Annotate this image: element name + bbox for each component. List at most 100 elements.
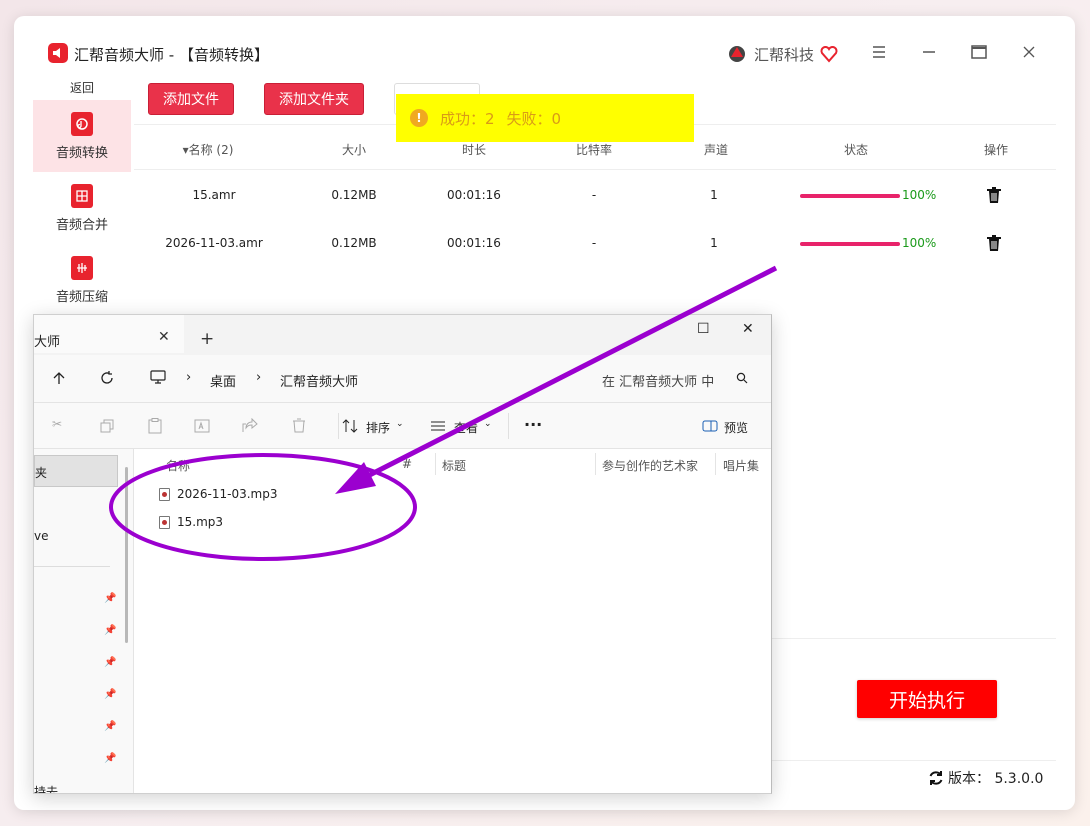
progress-percent: 100% — [902, 236, 937, 250]
audio-compress-icon — [71, 255, 93, 280]
file-size: 0.12MB — [331, 188, 377, 202]
up-arrow-icon[interactable] — [52, 371, 66, 385]
audio-file-icon — [159, 487, 170, 501]
nav-item[interactable]: 持去 — [34, 783, 58, 793]
explorer-close-icon[interactable]: ✕ — [742, 321, 754, 337]
progress-bar — [800, 194, 900, 198]
column-name[interactable]: ▾名称 (2) — [183, 141, 234, 158]
column-status: 状态 — [843, 143, 869, 157]
nav-scrollbar[interactable] — [125, 467, 128, 643]
delete-icon[interactable] — [292, 418, 306, 433]
brand-name: 汇帮科技 — [754, 45, 815, 64]
success-count: 成功：2 — [440, 109, 495, 128]
explorer-maximize-icon[interactable]: ☐ — [697, 321, 710, 337]
version-info[interactable]: 版本： 5.3.0.0 — [928, 768, 1043, 788]
refresh-icon[interactable] — [100, 371, 114, 385]
file-bitrate: - — [591, 188, 597, 202]
sidebar-item-label: 音频转换 — [55, 145, 108, 161]
sidebar-item-label: 音频压缩 — [55, 289, 108, 305]
column-album[interactable]: 唱片集 — [723, 457, 759, 474]
pin-icon: 📌 — [104, 625, 117, 636]
fail-count: 失败：0 — [506, 109, 562, 128]
column-name[interactable]: 名称 — [166, 457, 190, 474]
cut-icon[interactable]: ✂ — [52, 417, 62, 431]
column-actions: 操作 — [983, 143, 1009, 157]
more-icon[interactable]: ··· — [524, 415, 542, 434]
sidebar-item-label: 音频合并 — [55, 217, 108, 233]
version-label: 版本： 5.3.0.0 — [948, 771, 1044, 787]
list-item[interactable]: 15.mp3 — [159, 515, 223, 529]
file-duration: 00:01:16 — [447, 188, 501, 202]
share-icon[interactable] — [242, 418, 258, 433]
preview-button[interactable]: 预览 — [724, 419, 748, 436]
sidebar-item-audio-compress[interactable]: 音频压缩 — [33, 244, 131, 316]
column-bitrate: 比特率 — [575, 143, 613, 157]
view-icon[interactable] — [430, 421, 446, 431]
audio-merge-icon — [71, 183, 93, 208]
divider — [508, 413, 509, 439]
pin-icon: 📌 — [104, 721, 117, 732]
start-button[interactable]: 开始执行 — [857, 680, 997, 718]
copy-icon[interactable] — [100, 419, 114, 433]
audio-convert-icon — [71, 111, 93, 136]
close-icon[interactable] — [1017, 40, 1041, 64]
new-tab-icon[interactable]: + — [200, 329, 214, 349]
view-button[interactable]: 查看 — [454, 419, 478, 436]
file-channels: 1 — [710, 236, 718, 250]
nav-item-selected[interactable]: 夹 — [34, 455, 118, 487]
pin-icon: 📌 — [104, 657, 117, 668]
file-name: 15.mp3 — [177, 515, 224, 529]
back-button[interactable]: 返回 — [33, 76, 131, 100]
column-channels: 声道 — [703, 143, 729, 157]
trash-icon[interactable] — [986, 234, 1002, 252]
file-explorer-window: 大师 ✕ + – ☐ ✕ › 桌面 › 汇帮音频大师 在 汇帮音频大师 中 ✂ … — [33, 314, 772, 794]
preview-icon[interactable] — [702, 420, 718, 432]
pin-icon: 📌 — [104, 689, 117, 700]
column-artist[interactable]: 参与创作的艺术家 — [602, 457, 698, 474]
minimize-icon[interactable] — [917, 40, 941, 64]
add-folder-button[interactable]: 添加文件夹 — [264, 83, 364, 115]
column-duration: 时长 — [461, 143, 487, 157]
add-file-button[interactable]: 添加文件 — [148, 83, 234, 115]
explorer-minimize-icon[interactable]: – — [652, 321, 659, 337]
maximize-icon[interactable] — [967, 40, 991, 64]
brand-logo-icon — [729, 46, 745, 62]
file-name: 2026-11-03.mp3 — [177, 487, 278, 501]
sort-button[interactable]: 排序 — [366, 419, 390, 436]
breadcrumb-desktop[interactable]: 桌面 — [210, 371, 236, 390]
file-name: 2026-11-03.amr — [165, 236, 263, 250]
divider — [595, 453, 596, 475]
nav-item[interactable]: ve — [34, 529, 48, 543]
pin-icon: 📌 — [104, 593, 117, 604]
table-row[interactable]: 15.amr 0.12MB 00:01:16 - 1 100% — [134, 172, 1056, 220]
paste-icon[interactable] — [148, 418, 162, 434]
explorer-file-list: 名称 # 标题 参与创作的艺术家 唱片集 2026-11-03.mp3 15.m… — [134, 449, 771, 793]
computer-icon[interactable] — [150, 370, 166, 385]
tab-close-icon[interactable]: ✕ — [158, 329, 170, 345]
heart-badge-icon[interactable] — [820, 45, 838, 63]
column-number[interactable]: # — [402, 457, 412, 471]
title-bar: 汇帮音频大师 - 【音频转换】 汇帮科技 — [14, 16, 1075, 76]
list-item[interactable]: 2026-11-03.mp3 — [159, 487, 278, 501]
search-input[interactable]: 在 汇帮音频大师 中 — [602, 371, 720, 390]
address-bar: › 桌面 › 汇帮音频大师 在 汇帮音频大师 中 — [34, 355, 771, 403]
trash-icon[interactable] — [986, 186, 1002, 204]
rename-icon[interactable] — [194, 419, 210, 433]
sidebar-item-audio-convert[interactable]: 音频转换 — [33, 100, 131, 172]
column-size: 大小 — [341, 143, 367, 157]
explorer-tab[interactable]: 大师 ✕ — [34, 315, 184, 353]
file-size: 0.12MB — [331, 236, 377, 250]
menu-icon[interactable] — [867, 40, 891, 64]
breadcrumb-folder[interactable]: 汇帮音频大师 — [280, 371, 358, 390]
file-channels: 1 — [710, 188, 718, 202]
app-title: 汇帮音频大师 - 【音频转换】 — [74, 46, 269, 64]
chevron-down-icon: ⌄ — [396, 419, 404, 429]
sidebar-item-audio-merge[interactable]: 音频合并 — [33, 172, 131, 244]
sort-icon[interactable] — [342, 419, 358, 433]
chevron-right-icon: › — [186, 370, 192, 385]
app-logo-icon — [48, 43, 68, 63]
file-bitrate: - — [591, 236, 597, 250]
table-row[interactable]: 2026-11-03.amr 0.12MB 00:01:16 - 1 100% — [134, 220, 1056, 268]
search-icon[interactable] — [736, 372, 748, 384]
column-title[interactable]: 标题 — [442, 457, 466, 474]
